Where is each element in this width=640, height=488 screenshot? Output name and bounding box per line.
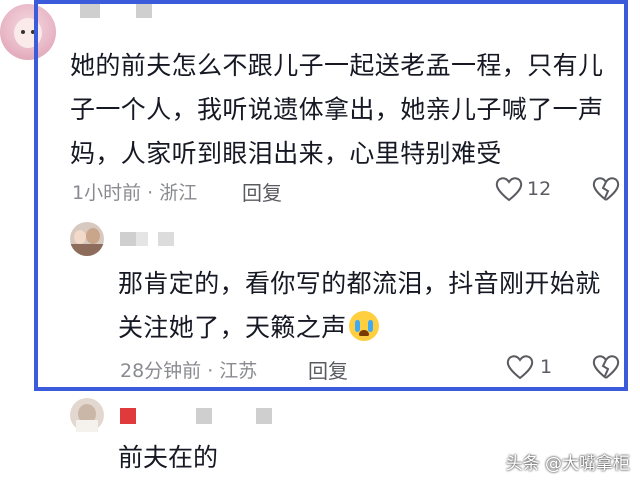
reply-username-pixelated [158, 232, 174, 246]
third-avatar[interactable] [70, 398, 104, 432]
reply-meta: 28分钟前 · 江苏 [120, 360, 258, 382]
broken-heart-icon[interactable] [592, 176, 620, 202]
reply-reply-button[interactable]: 回复 [308, 355, 348, 384]
third-comment-text: 前夫在的 [118, 443, 219, 472]
third-username-pixelated [196, 408, 212, 424]
heart-outline-icon[interactable] [506, 354, 534, 380]
reply-username-pixelated[interactable] [120, 232, 136, 246]
reply-username-pixelated [136, 232, 148, 246]
third-username-pixelated[interactable] [120, 408, 136, 424]
comment-meta: 1小时前 · 浙江 [72, 182, 198, 204]
watermark: 头条 @大嘴拿柜 [505, 454, 630, 474]
heart-outline-icon[interactable] [495, 176, 523, 202]
reply-avatar[interactable] [70, 222, 104, 256]
reply-like-count: 1 [540, 356, 553, 378]
like-count: 12 [527, 178, 552, 200]
reply-button[interactable]: 回复 [242, 177, 282, 206]
broken-heart-icon[interactable] [592, 354, 620, 380]
crying-emoji-icon [348, 311, 379, 341]
comment-text: 她的前夫怎么不跟儿子一起送老孟一程，只有儿子一个人，我听说遗体拿出，她亲儿子喊了… [70, 51, 604, 168]
third-username-pixelated [256, 408, 272, 424]
reply-text: 那肯定的，看你写的都流泪，抖音刚开始就关注她了，天籁之声 [118, 269, 601, 342]
